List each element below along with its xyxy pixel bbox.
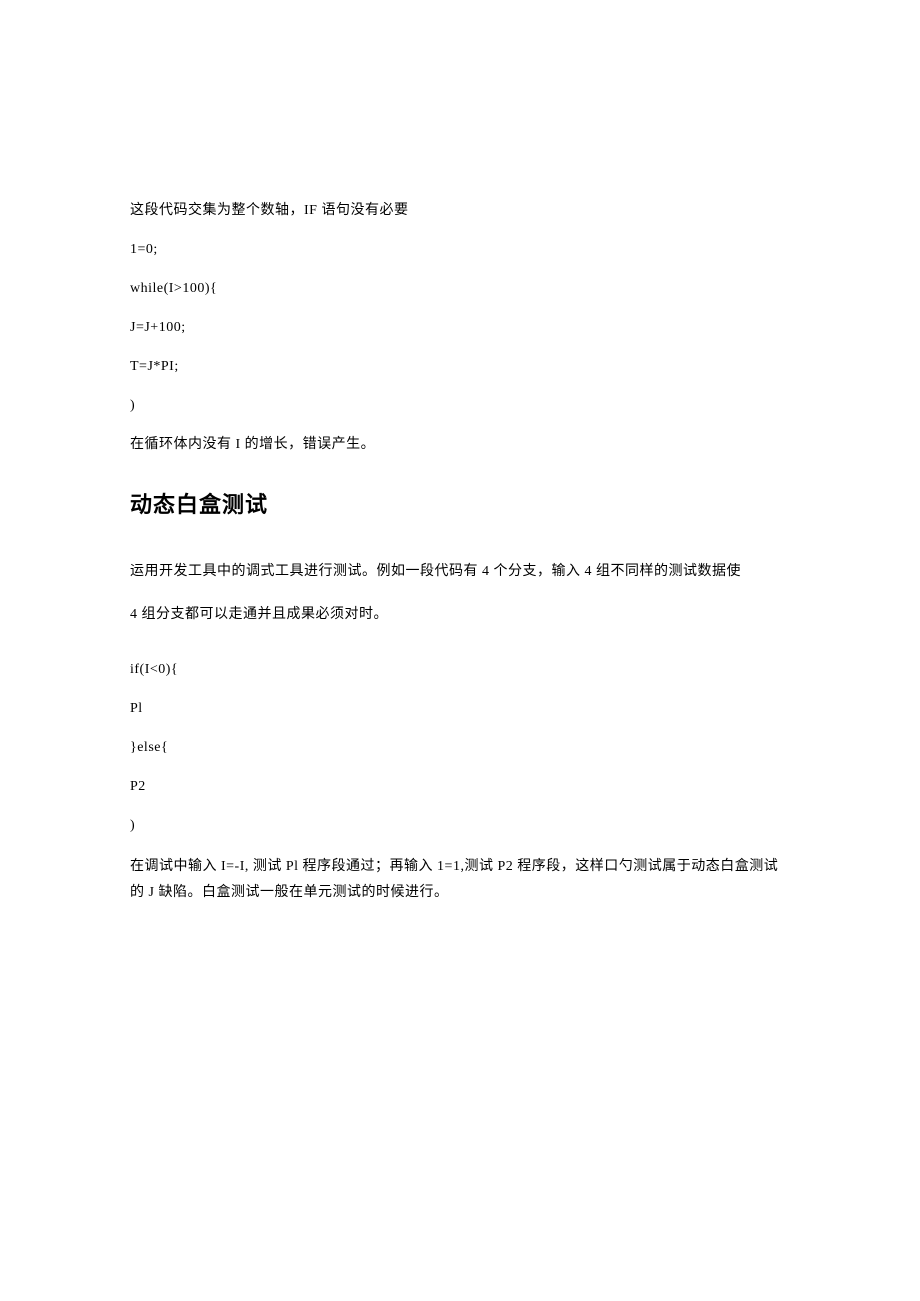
- code-line: if(I<0){: [130, 659, 790, 680]
- code-line: 1=0;: [130, 239, 790, 260]
- code-line: while(I>100){: [130, 278, 790, 299]
- code-line: P2: [130, 776, 790, 797]
- paragraph-line: 4 组分支都可以走通并且成果必须对时。: [130, 602, 790, 627]
- paragraph: 在调试中输入 I=-I, 测试 Pl 程序段通过；再输入 1=1,测试 P2 程…: [130, 854, 790, 904]
- code-line: ): [130, 395, 790, 416]
- code-line: T=J*PI;: [130, 356, 790, 377]
- code-line: Pl: [130, 698, 790, 719]
- spacer: [130, 645, 790, 659]
- code-line: J=J+100;: [130, 317, 790, 338]
- code-line: }else{: [130, 737, 790, 758]
- text-line: 这段代码交集为整个数轴，IF 语句没有必要: [130, 200, 790, 221]
- section-heading: 动态白盒测试: [130, 487, 790, 519]
- paragraph-line: 运用开发工具中的调式工具进行测试。例如一段代码有 4 个分支，输入 4 组不同样…: [130, 559, 790, 584]
- text-line: 在循环体内没有 I 的增长，错误产生。: [130, 434, 790, 455]
- document-page: 这段代码交集为整个数轴，IF 语句没有必要 1=0; while(I>100){…: [0, 0, 920, 1023]
- code-line: ): [130, 815, 790, 836]
